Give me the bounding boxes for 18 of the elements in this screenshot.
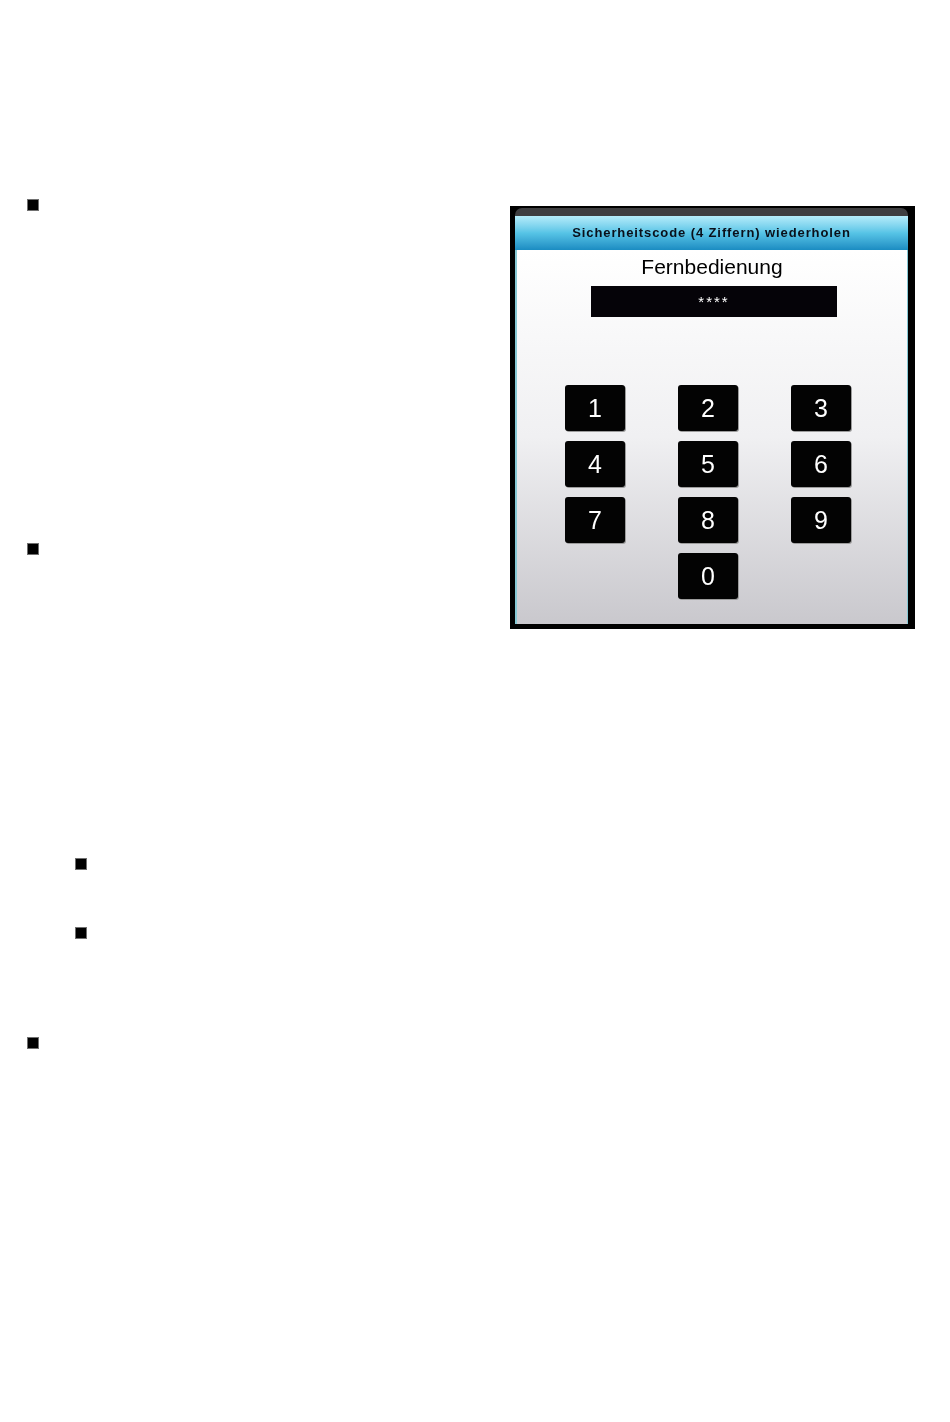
bullet-icon — [27, 1037, 39, 1049]
keypad-key[interactable]: 7 — [565, 497, 625, 543]
code-field[interactable]: **** — [591, 286, 837, 317]
title-bar: Sicherheitscode (4 Ziffern) wiederholen — [515, 216, 908, 250]
bullet-icon — [27, 543, 39, 555]
keypad-key[interactable]: 4 — [565, 441, 625, 487]
dialog-label: Fernbedienung — [641, 255, 783, 279]
keypad-key[interactable]: 3 — [791, 385, 851, 431]
keypad-key[interactable]: 8 — [678, 497, 738, 543]
bullet-icon — [27, 199, 39, 211]
keypad-key[interactable]: 1 — [565, 385, 625, 431]
bullet-icon — [75, 858, 87, 870]
keypad-key[interactable]: 9 — [791, 497, 851, 543]
keypad-key[interactable]: 6 — [791, 441, 851, 487]
bullet-icon — [75, 927, 87, 939]
keypad-key[interactable]: 2 — [678, 385, 738, 431]
keypad-key[interactable]: 5 — [678, 441, 738, 487]
keypad-key[interactable]: 0 — [678, 553, 738, 599]
